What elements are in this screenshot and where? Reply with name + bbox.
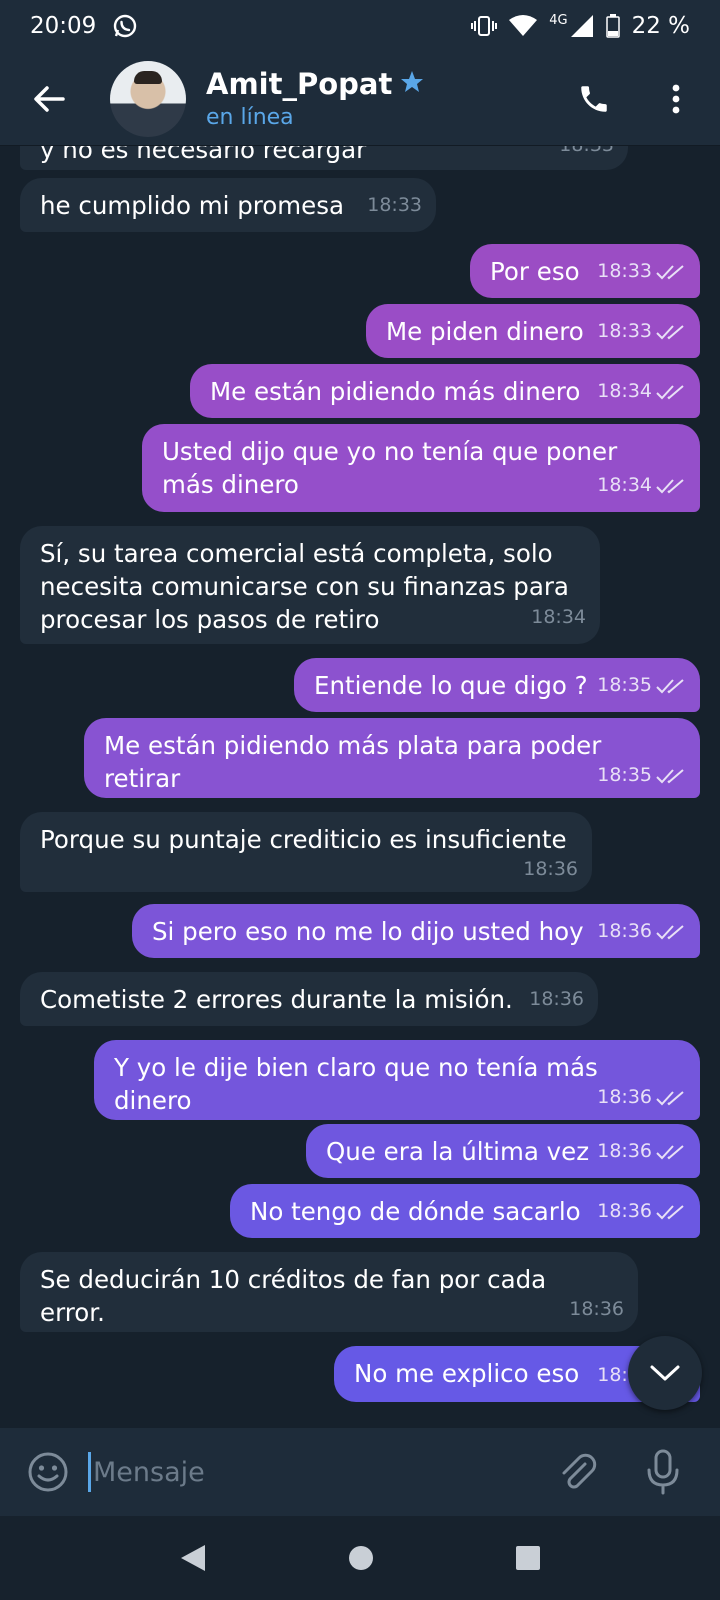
message-text: Sí, su tarea comercial está completa, so…: [40, 539, 569, 634]
battery-icon: [605, 14, 620, 38]
message-time: 18:36: [523, 858, 578, 880]
contact-info[interactable]: Amit_Popat en línea: [206, 67, 424, 130]
contact-name: Amit_Popat: [206, 67, 393, 101]
message-incoming[interactable]: Se deducirán 10 créditos de fan por cada…: [20, 1252, 638, 1332]
message-time: 18:33: [597, 320, 652, 342]
scroll-down-button[interactable]: [628, 1336, 702, 1410]
message-text: y no es necesario recargar: [40, 146, 367, 164]
more-vertical-icon[interactable]: [646, 69, 706, 129]
nav-back-icon[interactable]: [179, 1543, 207, 1573]
message-input[interactable]: [93, 1456, 513, 1488]
attach-icon[interactable]: [555, 1450, 599, 1494]
message-outgoing[interactable]: Me están pidiendo más plata para poder r…: [84, 718, 700, 798]
status-bar: 20:09 4G 22 %: [0, 0, 720, 52]
double-check-icon: [656, 384, 684, 399]
message-text: Si pero eso no me lo dijo usted hoy: [152, 917, 584, 946]
message-outgoing[interactable]: Usted dijo que yo no tenía que poner más…: [142, 424, 700, 512]
contact-status: en línea: [206, 105, 294, 130]
message-incoming[interactable]: y no es necesario recargar 18:33: [20, 146, 628, 170]
chevron-down-icon: [650, 1365, 680, 1381]
message-composer: [0, 1428, 720, 1516]
message-text: Se deducirán 10 créditos de fan por cada…: [40, 1265, 547, 1327]
message-outgoing[interactable]: No tengo de dónde sacarlo 18:36: [230, 1184, 700, 1238]
battery-level: 22 %: [631, 13, 690, 39]
double-check-icon: [656, 678, 684, 693]
nav-recents-icon[interactable]: [515, 1545, 541, 1571]
double-check-icon: [656, 1204, 684, 1219]
message-text: No tengo de dónde sacarlo: [250, 1197, 581, 1226]
message-time: 18:36: [597, 1086, 652, 1108]
star-icon: [400, 70, 424, 98]
message-time: 18:34: [597, 474, 652, 496]
message-time: 18:35: [597, 674, 652, 696]
double-check-icon: [656, 1090, 684, 1105]
message-text: Cometiste 2 errores durante la misión.: [40, 985, 513, 1014]
message-time: 18:33: [559, 146, 614, 162]
double-check-icon: [656, 264, 684, 279]
message-text: Por eso: [490, 257, 580, 286]
message-text: Me piden dinero: [386, 317, 584, 346]
message-outgoing[interactable]: Entiende lo que digo ? 18:35: [294, 658, 700, 712]
whatsapp-icon: [112, 13, 138, 39]
system-navigation-bar: [0, 1516, 720, 1600]
message-incoming[interactable]: he cumplido mi promesa 18:33: [20, 178, 436, 232]
message-time: 18:36: [597, 1140, 652, 1162]
double-check-icon: [656, 478, 684, 493]
message-outgoing[interactable]: Por eso 18:33: [470, 244, 700, 298]
wifi-icon: [509, 15, 538, 37]
message-outgoing[interactable]: Que era la última vez 18:36: [306, 1124, 700, 1178]
back-arrow-icon[interactable]: [26, 76, 72, 122]
chat-area[interactable]: y no es necesario recargar 18:33 he cump…: [0, 146, 720, 1428]
microphone-icon[interactable]: [641, 1448, 685, 1496]
message-text: he cumplido mi promesa: [40, 191, 345, 220]
double-check-icon: [656, 1144, 684, 1159]
message-incoming[interactable]: Porque su puntaje crediticio es insufici…: [20, 812, 592, 892]
double-check-icon: [656, 324, 684, 339]
message-outgoing[interactable]: Me piden dinero 18:33: [366, 304, 700, 358]
message-time: 18:34: [531, 606, 586, 628]
avatar[interactable]: [110, 60, 186, 137]
message-outgoing[interactable]: Me están pidiendo más dinero 18:34: [190, 364, 700, 418]
vibrate-icon: [471, 15, 498, 37]
message-time: 18:35: [597, 764, 652, 786]
message-outgoing[interactable]: Si pero eso no me lo dijo usted hoy 18:3…: [132, 904, 700, 958]
message-text: Porque su puntaje crediticio es insufici…: [40, 825, 567, 854]
message-text: Me están pidiendo más dinero: [210, 377, 581, 406]
message-incoming[interactable]: Sí, su tarea comercial está completa, so…: [20, 526, 600, 644]
status-time: 20:09: [30, 13, 97, 39]
emoji-icon[interactable]: [26, 1450, 70, 1494]
text-cursor: [88, 1452, 91, 1492]
message-time: 18:36: [597, 920, 652, 942]
message-time: 18:34: [597, 380, 652, 402]
message-text: Y yo le dije bien claro que no tenía más…: [114, 1053, 598, 1115]
message-time: 18:36: [569, 1298, 624, 1320]
message-time: 18:33: [367, 194, 422, 216]
message-text: Me están pidiendo más plata para poder r…: [104, 731, 602, 793]
message-text: Entiende lo que digo ?: [314, 671, 588, 700]
message-outgoing[interactable]: Y yo le dije bien claro que no tenía más…: [94, 1040, 700, 1120]
double-check-icon: [656, 768, 684, 783]
message-time: 18:33: [597, 260, 652, 282]
message-time: 18:36: [597, 1200, 652, 1222]
double-check-icon: [656, 924, 684, 939]
network-label: 4G: [549, 12, 568, 28]
message-time: 18:36: [529, 988, 584, 1010]
chat-header: Amit_Popat en línea: [0, 52, 720, 146]
nav-home-icon[interactable]: [347, 1544, 375, 1572]
message-incoming[interactable]: Cometiste 2 errores durante la misión. 1…: [20, 972, 598, 1026]
phone-icon[interactable]: [564, 69, 624, 129]
message-text: No me explico eso: [354, 1359, 580, 1388]
signal-icon: [570, 14, 594, 38]
message-text: Que era la última vez: [326, 1137, 590, 1166]
